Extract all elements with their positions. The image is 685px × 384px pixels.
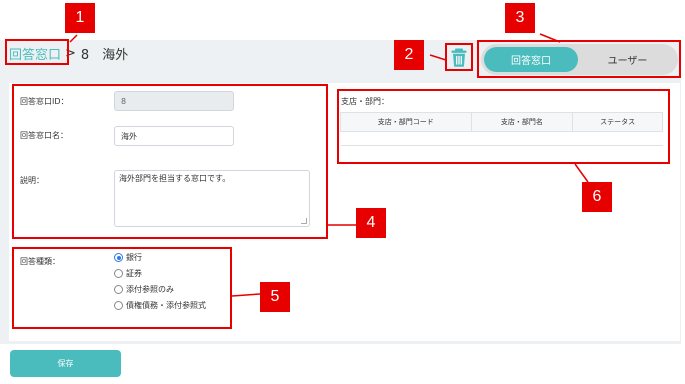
annotation-number-1: 1 bbox=[65, 3, 95, 33]
annotation-number-6: 6 bbox=[582, 182, 612, 212]
annotation-number-2: 2 bbox=[394, 40, 424, 70]
annotation-number-4: 4 bbox=[356, 208, 386, 238]
annotation-number-3: 3 bbox=[505, 3, 535, 33]
annotation-number-5: 5 bbox=[260, 282, 290, 312]
